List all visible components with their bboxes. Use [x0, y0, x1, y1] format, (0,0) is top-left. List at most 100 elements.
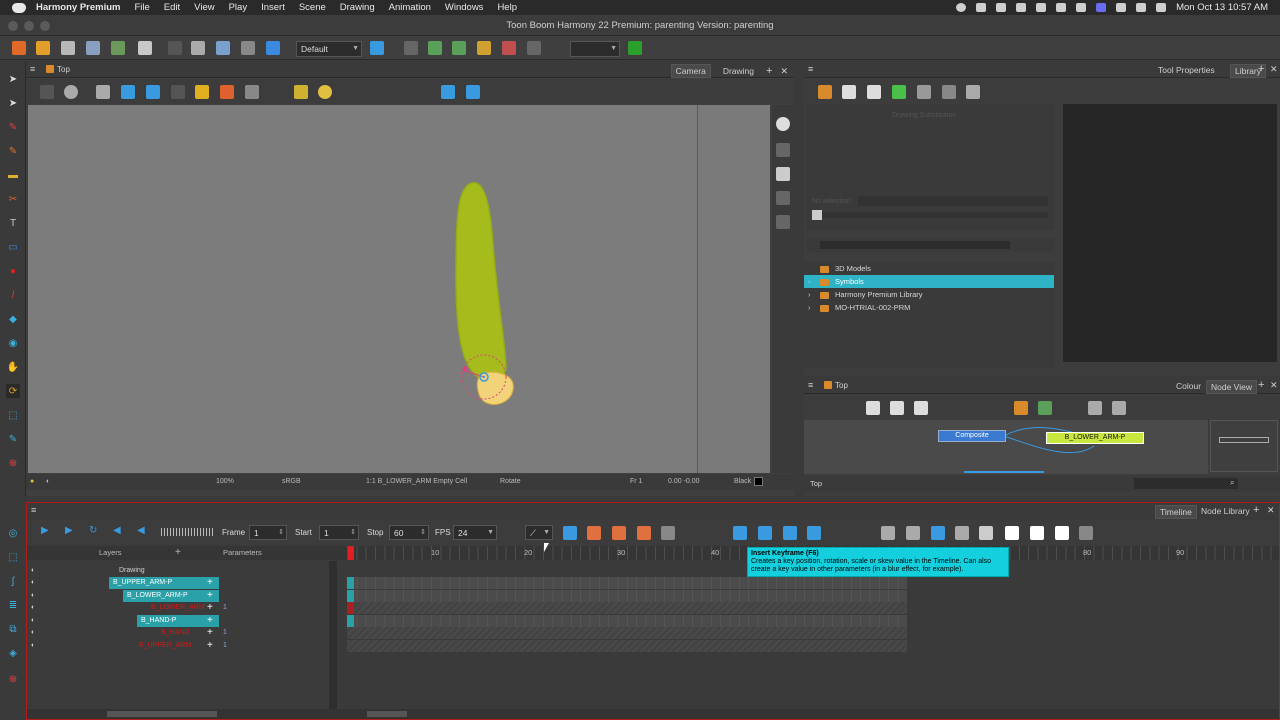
- morph-icon[interactable]: ✎: [6, 432, 20, 446]
- minimize-window-icon[interactable]: [24, 21, 34, 31]
- node-canvas[interactable]: Composite B_LOWER_ARM-P: [804, 420, 1208, 474]
- play-icon[interactable]: [1076, 3, 1087, 12]
- menu-help[interactable]: Help: [497, 2, 517, 13]
- add-child-icon[interactable]: +: [207, 602, 213, 613]
- peg-frames[interactable]: [347, 590, 907, 602]
- node-deformer-icon[interactable]: [1112, 401, 1126, 415]
- layer-down-icon[interactable]: [776, 215, 790, 229]
- screenshot-icon[interactable]: [976, 3, 987, 12]
- grid-icon[interactable]: [96, 85, 110, 99]
- pencil-icon[interactable]: ✎: [6, 144, 20, 158]
- open-scene-icon[interactable]: [36, 41, 50, 55]
- drive-icon[interactable]: [1056, 3, 1067, 12]
- line-icon[interactable]: [245, 85, 259, 99]
- peg-icon[interactable]: [428, 41, 442, 55]
- marker-icon[interactable]: [1005, 526, 1019, 540]
- clock[interactable]: Mon Oct 13 10:57 AM: [1176, 2, 1268, 13]
- visibility-icon[interactable]: ◐: [31, 577, 35, 589]
- light-table-icon[interactable]: [171, 85, 185, 99]
- scene-settings-icon[interactable]: [266, 41, 280, 55]
- tab-node-view[interactable]: Node View: [1206, 380, 1257, 394]
- reset-view-icon[interactable]: [776, 117, 790, 131]
- skeleton-icon[interactable]: [404, 41, 418, 55]
- character-drawing[interactable]: [28, 105, 698, 473]
- hand-icon[interactable]: ✋: [6, 360, 20, 374]
- stage-area[interactable]: [28, 105, 698, 473]
- frame-row[interactable]: [347, 615, 1279, 627]
- filter-icon[interactable]: [966, 85, 980, 99]
- contour-editor-icon[interactable]: ➤: [6, 96, 20, 110]
- menu-play[interactable]: Play: [229, 2, 247, 13]
- save-as-icon[interactable]: [86, 41, 100, 55]
- brush-mode-icon[interactable]: [294, 85, 308, 99]
- playhead[interactable]: [348, 546, 354, 560]
- keyframe-next-icon[interactable]: [807, 526, 821, 540]
- redo-icon[interactable]: [168, 41, 182, 55]
- app-menu[interactable]: Harmony Premium: [36, 2, 120, 13]
- cut-icon[interactable]: [191, 41, 205, 55]
- keyframe[interactable]: [347, 577, 354, 589]
- zoom-window-icon[interactable]: [40, 21, 50, 31]
- node-down-icon[interactable]: [890, 401, 904, 415]
- stack-icon[interactable]: ≣: [6, 598, 20, 612]
- interpolation-select[interactable]: ⟋ ▼: [525, 525, 553, 540]
- tab-colour[interactable]: Colour: [1172, 380, 1205, 392]
- stroke-icon[interactable]: ◉: [6, 336, 20, 350]
- stop-field[interactable]: 60 ⇕: [389, 525, 429, 540]
- tab-drawing[interactable]: Drawing: [719, 65, 758, 77]
- library-item-3d-models[interactable]: 3D Models: [804, 262, 1054, 275]
- add-view-icon[interactable]: +: [766, 65, 772, 77]
- view-mode-icon[interactable]: [40, 85, 54, 99]
- record-icon[interactable]: [956, 3, 967, 12]
- library-search-input[interactable]: [820, 241, 1010, 249]
- scene-marker-icon[interactable]: [1030, 526, 1044, 540]
- lower-arm-peg-node[interactable]: B_LOWER_ARM-P: [1046, 432, 1144, 444]
- navigator-frame[interactable]: [1219, 437, 1269, 443]
- loop-icon[interactable]: ↻: [89, 525, 97, 536]
- profile-icon[interactable]: [1036, 3, 1047, 12]
- add-child-icon[interactable]: +: [207, 590, 213, 601]
- pivot-icon[interactable]: ◈: [6, 646, 20, 660]
- extend-exposure-icon[interactable]: [881, 526, 895, 540]
- current-cell-marker[interactable]: [347, 602, 354, 614]
- node-fit-icon[interactable]: [914, 401, 928, 415]
- layers-icon[interactable]: [776, 167, 790, 181]
- paste-icon[interactable]: [241, 41, 255, 55]
- control-center-icon[interactable]: [1156, 3, 1167, 12]
- frame-grid[interactable]: [347, 561, 1279, 709]
- open-library-icon[interactable]: [818, 85, 832, 99]
- alert-icon[interactable]: ⊕: [6, 672, 20, 686]
- safe-area-icon[interactable]: [121, 85, 135, 99]
- menu-scene[interactable]: Scene: [299, 2, 326, 13]
- breadcrumb[interactable]: Top: [57, 65, 70, 74]
- add-child-icon[interactable]: +: [207, 615, 213, 626]
- keyframe[interactable]: [347, 615, 354, 627]
- deform-icon[interactable]: [527, 41, 541, 55]
- workspace-manager-icon[interactable]: [370, 41, 384, 55]
- eraser-icon[interactable]: ▬: [6, 168, 20, 182]
- zoom-tool-icon[interactable]: ⬚: [6, 408, 20, 422]
- layer-stack-icon[interactable]: [776, 143, 790, 157]
- flip-vertical-icon[interactable]: [466, 85, 480, 99]
- rectangle-icon[interactable]: ▭: [6, 240, 20, 254]
- new-symbol-icon[interactable]: [842, 85, 856, 99]
- library-item-harmony-premium[interactable]: › Harmony Premium Library: [804, 288, 1054, 301]
- library-item-mo-htrial[interactable]: › MO-HTRIAL-002-PRM: [804, 301, 1054, 314]
- layer-row-lower-arm[interactable]: ◐ B_LOWER_ARM + 1: [27, 602, 333, 614]
- tab-timeline[interactable]: Timeline: [1155, 505, 1197, 519]
- node-composite-icon[interactable]: [1088, 401, 1102, 415]
- visibility-icon[interactable]: ◐: [31, 615, 35, 627]
- scrub-icon[interactable]: ◀: [137, 525, 145, 536]
- node-up-icon[interactable]: [866, 401, 880, 415]
- add-view-icon[interactable]: +: [1258, 379, 1264, 391]
- node-breadcrumb[interactable]: Top: [835, 381, 848, 390]
- node-search-input[interactable]: [1134, 478, 1238, 489]
- vpn-icon[interactable]: [996, 3, 1007, 12]
- refresh-icon[interactable]: [892, 85, 906, 99]
- visibility-icon[interactable]: ◐: [31, 565, 35, 577]
- frame-field[interactable]: 1 ⇕: [249, 525, 287, 540]
- add-view-icon[interactable]: +: [1253, 504, 1259, 516]
- dropper-icon[interactable]: /: [6, 288, 20, 302]
- target-icon[interactable]: ◎: [6, 526, 20, 540]
- deformer-select[interactable]: ▼: [570, 41, 620, 57]
